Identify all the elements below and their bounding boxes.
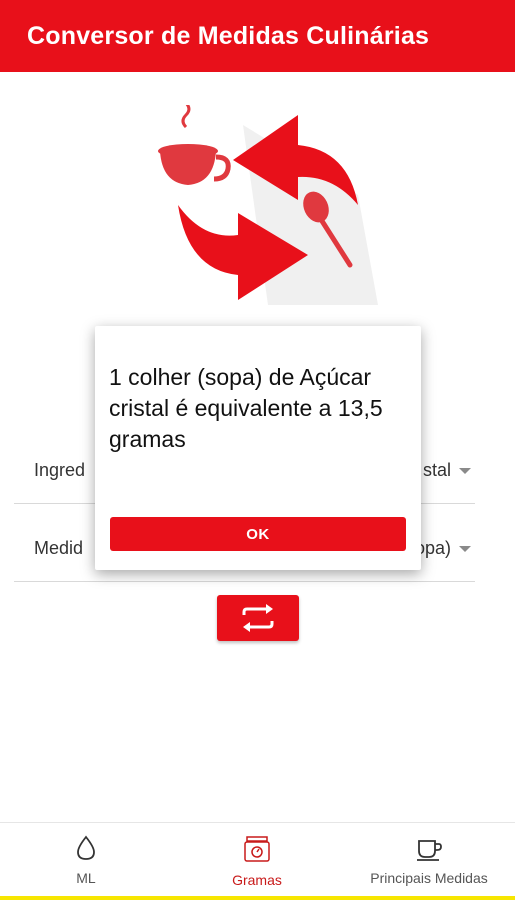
bottom-navigation: ML Gramas Principais Medidas: [0, 822, 515, 896]
chevron-down-icon: [459, 546, 471, 552]
app-screen: Conversor de Medidas Culinárias Ingred s…: [0, 0, 515, 900]
converter-logo: [158, 105, 378, 305]
nav-label-principais-medidas: Principais Medidas: [370, 870, 488, 886]
chevron-down-icon: [459, 468, 471, 474]
cup-icon: [417, 840, 442, 861]
nav-label-ml: ML: [76, 870, 96, 886]
app-bar: Conversor de Medidas Culinárias: [0, 0, 515, 72]
nav-item-ml[interactable]: ML: [66, 835, 106, 886]
ingredient-label: Ingred: [34, 460, 86, 480]
swap-icon: [242, 604, 274, 632]
measure-label: Medid: [34, 538, 84, 558]
dialog-message: 1 colher (sopa) de Açúcar cristal é equi…: [109, 364, 383, 452]
result-dialog: 1 colher (sopa) de Açúcar cristal é equi…: [95, 326, 421, 570]
cup-icon: [158, 105, 231, 185]
nav-item-principais-medidas[interactable]: Principais Medidas: [355, 835, 503, 886]
nav-item-gramas[interactable]: Gramas: [222, 835, 292, 888]
ok-button[interactable]: OK: [110, 517, 406, 551]
drop-icon: [77, 835, 95, 860]
nav-label-gramas: Gramas: [232, 872, 282, 888]
bottom-accent-bar: [0, 896, 515, 900]
ingredient-value: stal: [422, 460, 451, 480]
app-title: Conversor de Medidas Culinárias: [27, 21, 430, 50]
scale-icon: [244, 836, 270, 862]
swap-button[interactable]: [217, 595, 299, 641]
